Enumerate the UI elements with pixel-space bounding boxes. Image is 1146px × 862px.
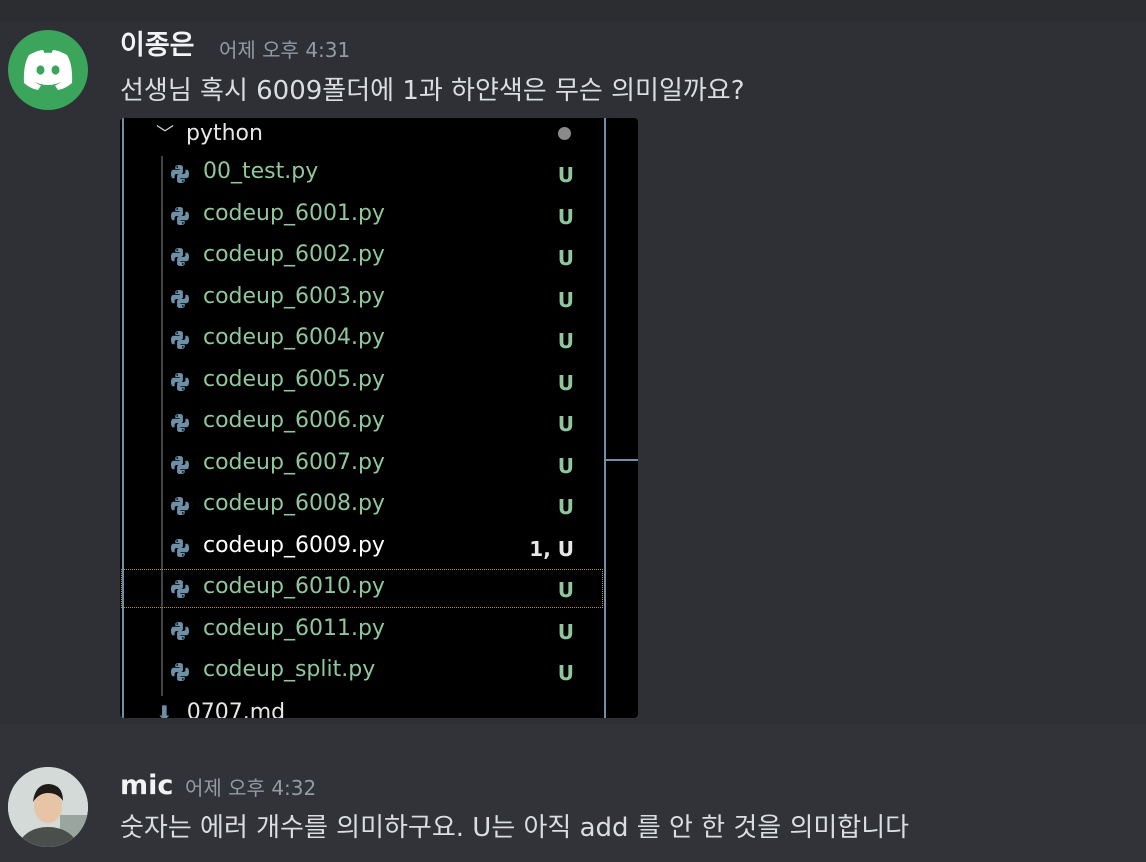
file-row[interactable]: codeup_6007.py U [120, 444, 604, 485]
panel-border [604, 118, 606, 718]
python-file-icon [171, 455, 189, 474]
file-row[interactable]: codeup_6002.py U [120, 236, 604, 277]
file-name: codeup_6007.py [203, 449, 385, 475]
image-attachment[interactable]: ﹀ python 00_test.py Ucodeup_6001.py Ucodeu… [120, 118, 638, 718]
avatar[interactable] [8, 767, 88, 847]
file-row[interactable]: ⬇ 0707.md [156, 700, 285, 718]
file-row[interactable]: codeup_6003.py U [120, 278, 604, 319]
chevron-down-icon: ﹀ [156, 124, 174, 145]
user-photo [8, 767, 88, 847]
git-status-badge: U [557, 619, 574, 644]
file-name: codeup_6008.py [203, 491, 385, 516]
file-name: codeup_6011.py [203, 615, 385, 641]
git-status-badge: U [557, 370, 574, 395]
file-name: codeup_6006.py [203, 408, 385, 433]
folder-name: python [186, 120, 263, 146]
file-row[interactable]: codeup_6006.py U [120, 402, 604, 443]
modified-dot-icon [558, 127, 571, 140]
file-name: codeup_6002.py [203, 242, 385, 267]
python-file-icon [171, 372, 189, 391]
git-status-badge: U [557, 412, 574, 436]
file-row[interactable]: codeup_6004.py U [120, 319, 604, 360]
python-file-icon [171, 289, 189, 308]
file-name: codeup_6005.py [203, 366, 385, 392]
python-file-icon [171, 497, 189, 515]
file-name: codeup_6004.py [203, 325, 385, 350]
git-status-badge: U [557, 578, 574, 602]
message-timestamp: 어제 오후 4:31 [219, 38, 351, 62]
python-file-icon [171, 621, 189, 640]
panel-divider [606, 459, 638, 461]
file-name: codeup_split.py [203, 657, 376, 682]
file-name: codeup_6009.py [203, 532, 385, 558]
message-content: 숫자는 에러 개수를 의미하구요. U는 아직 add 를 안 한 것을 의미합… [120, 813, 910, 843]
file-name: codeup_6001.py [203, 200, 385, 226]
python-file-icon [171, 580, 189, 598]
message-timestamp: 어제 오후 4:32 [185, 776, 317, 800]
git-status-badge: U [557, 495, 574, 519]
file-row[interactable]: codeup_6010.py U [120, 568, 604, 609]
git-status-badge: U [557, 329, 574, 353]
file-row[interactable]: 00_test.py U [120, 153, 604, 194]
message-author[interactable]: 이종은 [120, 31, 195, 61]
python-file-icon [171, 206, 189, 225]
python-file-icon [171, 538, 189, 557]
message-author[interactable]: mic [120, 771, 173, 801]
file-row[interactable]: codeup_6008.py U [120, 485, 604, 526]
folder-row[interactable]: ﹀ python [156, 118, 263, 148]
git-status-badge: U [557, 163, 574, 187]
git-status-badge: U [557, 287, 574, 312]
file-name: 00_test.py [203, 159, 319, 184]
git-status-badge: U [557, 661, 574, 685]
discord-logo-icon [23, 50, 73, 90]
top-bar [0, 0, 1146, 22]
markdown-download-icon: ⬇ [156, 700, 173, 719]
git-status-badge: U [557, 453, 574, 478]
git-status-badge: 1, U [529, 536, 574, 561]
git-status-badge: U [557, 246, 574, 270]
git-status-badge: U [557, 204, 574, 229]
python-file-icon [171, 248, 189, 266]
file-name: codeup_6010.py [203, 574, 385, 599]
file-row[interactable]: codeup_split.py U [120, 651, 604, 692]
python-file-icon [171, 165, 189, 183]
message-content: 선생님 혹시 6009폴더에 1과 하얀색은 무슨 의미일까요? [120, 76, 745, 106]
python-file-icon [171, 331, 189, 349]
file-row[interactable]: codeup_6009.py 1, U [120, 527, 604, 568]
file-row[interactable]: codeup_6011.py U [120, 610, 604, 651]
file-name: codeup_6003.py [203, 283, 385, 309]
python-file-icon [171, 663, 189, 681]
file-row[interactable]: codeup_6001.py U [120, 195, 604, 236]
avatar[interactable] [8, 30, 88, 110]
file-name: 0707.md [186, 700, 286, 718]
file-row[interactable]: codeup_6005.py U [120, 361, 604, 402]
python-file-icon [171, 414, 189, 432]
